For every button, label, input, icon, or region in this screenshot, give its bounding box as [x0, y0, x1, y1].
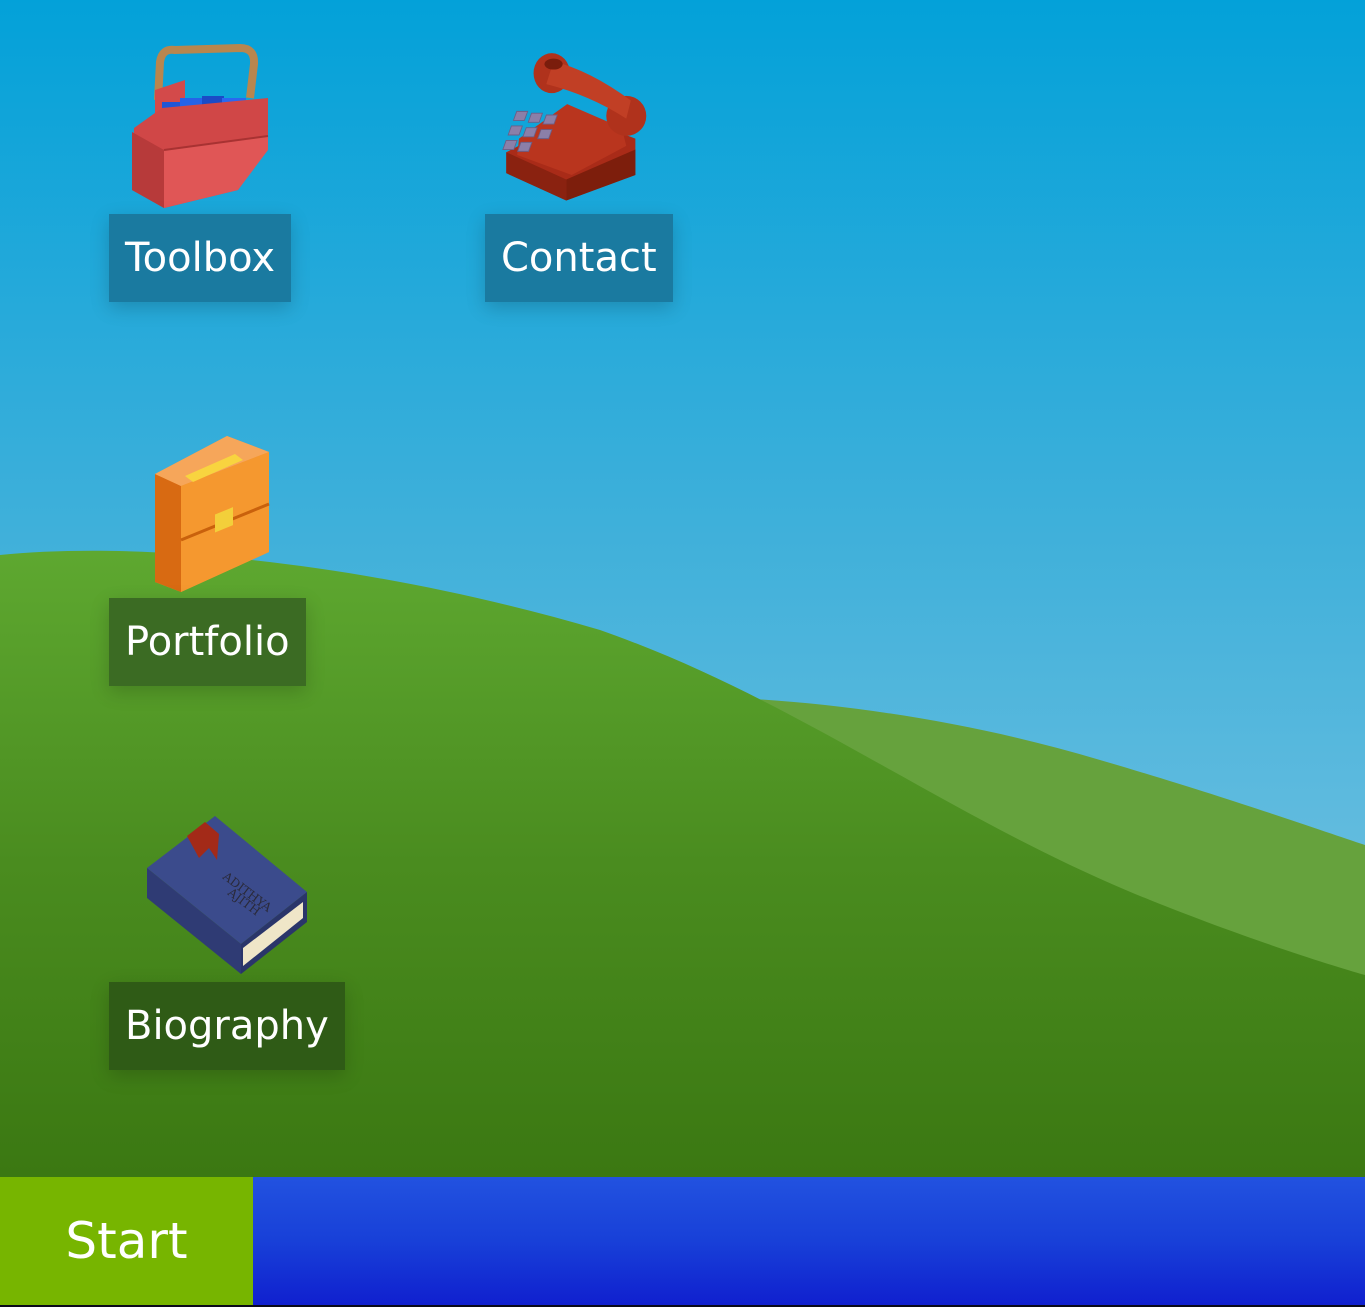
briefcase-icon: [155, 436, 270, 592]
desktop: Toolbox Contact Portfolio ADITHYA AJITH …: [0, 0, 1365, 1177]
book-icon: ADITHYA AJITH: [146, 816, 307, 974]
desktop-icon-label: Toolbox: [109, 214, 291, 302]
telephone-icon: [502, 53, 647, 201]
desktop-icon-label: Biography: [109, 982, 345, 1070]
desktop-icon-portfolio[interactable]: Portfolio: [109, 424, 306, 686]
desktop-icon-biography[interactable]: ADITHYA AJITH Biography: [109, 808, 345, 1070]
desktop-icon-contact[interactable]: Contact: [485, 40, 673, 302]
start-button[interactable]: Start: [0, 1177, 253, 1305]
taskbar: Start: [0, 1177, 1365, 1305]
desktop-icon-label: Portfolio: [109, 598, 306, 686]
toolbox-icon: [132, 43, 269, 208]
desktop-icon-toolbox[interactable]: Toolbox: [109, 40, 291, 302]
desktop-icon-label: Contact: [485, 214, 673, 302]
